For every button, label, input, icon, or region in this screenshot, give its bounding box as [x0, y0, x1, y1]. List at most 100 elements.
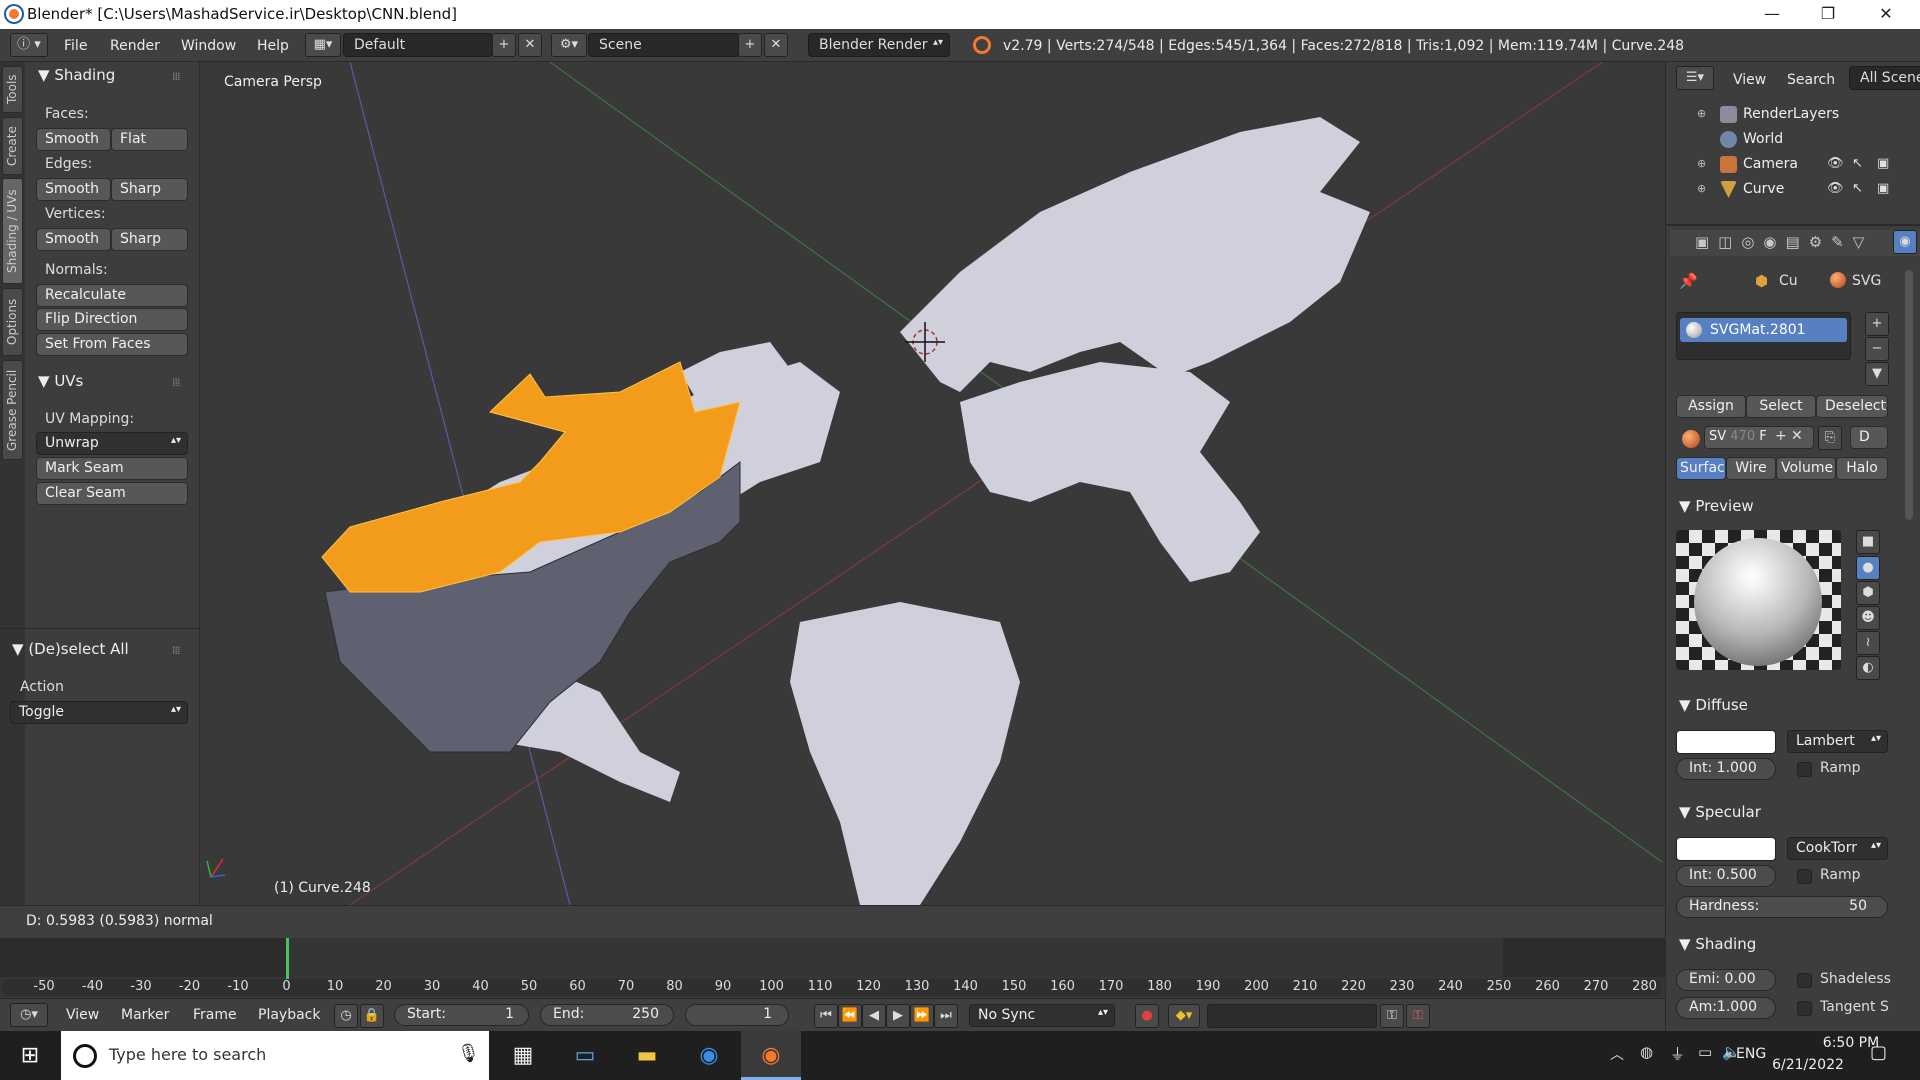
set-from-faces-button[interactable]: Set From Faces: [36, 333, 188, 356]
tab-tools[interactable]: Tools: [2, 66, 23, 113]
operator-panel-header[interactable]: ▼ (De)select All: [12, 640, 129, 658]
uvs-panel-header[interactable]: ▼ UVs: [38, 372, 83, 390]
specular-color-swatch[interactable]: [1676, 837, 1776, 861]
firefox-icon[interactable]: ◉: [679, 1031, 739, 1080]
minimize-button[interactable]: —: [1749, 0, 1795, 29]
remove-slot-icon[interactable]: −: [1865, 337, 1889, 361]
material-copy-icon[interactable]: ⎘: [1818, 426, 1842, 450]
play-icon[interactable]: ▶: [886, 1004, 910, 1028]
taskbar-search-box[interactable]: Type here to search 🎙: [61, 1031, 489, 1080]
faces-smooth-button[interactable]: Smooth: [36, 128, 111, 151]
tray-battery-icon[interactable]: ▭: [1698, 1043, 1712, 1061]
keying-set-icon[interactable]: ◆▾: [1168, 1004, 1200, 1028]
material-tab-icon[interactable]: ◉: [1893, 230, 1917, 254]
next-key-icon[interactable]: ⏩: [910, 1004, 934, 1028]
diffuse-panel-header[interactable]: ▼ Diffuse: [1679, 696, 1748, 714]
visibility-eye-icon[interactable]: 👁: [1827, 156, 1844, 171]
shadeless-checkbox[interactable]: [1797, 973, 1812, 988]
layout-selector[interactable]: Default: [343, 33, 493, 57]
outliner-editor-icon[interactable]: ☰▾: [1676, 66, 1714, 90]
selectable-cursor-icon[interactable]: ↖: [1852, 156, 1863, 171]
tab-create[interactable]: Create: [2, 117, 23, 175]
deselect-button[interactable]: Deselect: [1816, 395, 1888, 418]
layout-add-icon[interactable]: +: [492, 33, 516, 57]
info-editor-type-icon[interactable]: ⓘ ▾: [10, 33, 48, 57]
restore-button[interactable]: ❐: [1805, 0, 1851, 29]
scene-icon[interactable]: ⚙▾: [551, 33, 587, 57]
outliner-display-select[interactable]: All Scenes: [1849, 66, 1920, 90]
microphone-icon[interactable]: 🎙: [457, 1043, 480, 1064]
data-link-select[interactable]: D: [1850, 426, 1888, 449]
clear-seam-button[interactable]: Clear Seam: [36, 482, 188, 505]
windows-start-icon[interactable]: ⊞: [0, 1031, 60, 1080]
layout-remove-icon[interactable]: ✕: [518, 33, 542, 57]
viewport-scene[interactable]: [200, 62, 1662, 905]
tray-chevron-icon[interactable]: ︿: [1610, 1044, 1624, 1064]
unwrap-menu[interactable]: Unwrap ▴▾: [36, 432, 188, 455]
material-add-icon[interactable]: +: [1775, 428, 1787, 444]
hardness-field[interactable]: Hardness: 50: [1676, 896, 1888, 918]
add-slot-icon[interactable]: +: [1865, 312, 1889, 336]
tab-shading-uvs[interactable]: Shading / UVs: [2, 178, 23, 284]
render-engine-selector[interactable]: Blender Render ▴▾: [808, 33, 950, 57]
render-toggle-icon[interactable]: ▣: [1877, 181, 1889, 196]
diffuse-intensity-field[interactable]: Int: 1.000: [1676, 758, 1776, 780]
diffuse-color-swatch[interactable]: [1676, 730, 1776, 754]
scene-add-icon[interactable]: +: [738, 33, 762, 57]
pin-icon[interactable]: 📌: [1679, 272, 1698, 290]
play-reverse-icon[interactable]: ◀: [862, 1004, 886, 1028]
visibility-eye-icon[interactable]: 👁: [1827, 181, 1844, 196]
close-button[interactable]: ✕: [1863, 0, 1909, 29]
specular-shader-select[interactable]: CookTorr ▴▾: [1787, 837, 1888, 860]
properties-scrollbar[interactable]: [1905, 270, 1913, 520]
preview-sky-icon[interactable]: ◐: [1856, 656, 1880, 680]
timeline-menu-marker[interactable]: Marker: [121, 1007, 169, 1023]
jump-start-icon[interactable]: ⏮: [814, 1004, 838, 1028]
preview-monkey-icon[interactable]: ☻: [1856, 606, 1880, 630]
specular-intensity-field[interactable]: Int: 0.500: [1676, 865, 1776, 887]
action-select[interactable]: Toggle ▴▾: [10, 701, 188, 724]
current-frame-marker[interactable]: [286, 938, 289, 980]
prev-key-icon[interactable]: ⏪: [838, 1004, 862, 1028]
menu-file[interactable]: File: [64, 38, 87, 54]
tangent-checkbox[interactable]: [1797, 1001, 1812, 1016]
delete-key-icon[interactable]: ⚿: [1406, 1004, 1430, 1028]
select-button[interactable]: Select: [1746, 395, 1816, 418]
flip-direction-button[interactable]: Flip Direction: [36, 308, 188, 331]
menu-render[interactable]: Render: [110, 38, 160, 54]
edges-sharp-button[interactable]: Sharp: [111, 178, 188, 201]
diffuse-shader-select[interactable]: Lambert ▴▾: [1787, 730, 1888, 753]
properties-context-icons[interactable]: ▣◫◎◉▤⚙✎▽: [1695, 233, 1873, 251]
shading-panel-header[interactable]: ▼ Shading: [38, 66, 115, 84]
preview-hair-icon[interactable]: ≀: [1856, 631, 1880, 655]
jump-end-icon[interactable]: ⏭: [934, 1004, 958, 1028]
layout-grid-icon[interactable]: ▦▾: [305, 33, 341, 57]
3d-viewport[interactable]: Camera Persp (1) Curve.248: [200, 62, 1662, 905]
slot-menu-icon[interactable]: ▼: [1865, 362, 1889, 386]
tab-volume[interactable]: Volume: [1776, 457, 1836, 480]
preview-flat-icon[interactable]: ■: [1856, 530, 1880, 554]
menu-window[interactable]: Window: [181, 38, 236, 54]
preview-panel-header[interactable]: ▼ Preview: [1679, 497, 1754, 515]
selectable-cursor-icon[interactable]: ↖: [1852, 181, 1863, 196]
menu-help[interactable]: Help: [257, 38, 289, 54]
tab-halo[interactable]: Halo: [1836, 457, 1888, 480]
scene-selector[interactable]: Scene: [588, 33, 740, 57]
preview-cube-icon[interactable]: ⬢: [1856, 581, 1880, 605]
specular-panel-header[interactable]: ▼ Specular: [1679, 803, 1761, 821]
material-unlink-icon[interactable]: ✕: [1791, 428, 1803, 444]
outliner-expand-icon[interactable]: ⊕: [1697, 182, 1706, 195]
preview-sphere-icon[interactable]: ●: [1856, 556, 1880, 580]
timeline-menu-frame[interactable]: Frame: [193, 1007, 237, 1023]
tray-date[interactable]: 6/21/2022: [1770, 1057, 1846, 1073]
assign-button[interactable]: Assign: [1676, 395, 1746, 418]
tab-grease-pencil[interactable]: Grease Pencil: [2, 360, 23, 460]
current-frame-field[interactable]: 1: [685, 1004, 789, 1026]
blender-taskbar-icon[interactable]: ◉: [741, 1031, 801, 1080]
outliner-item-curve[interactable]: Curve: [1743, 181, 1784, 197]
tray-language[interactable]: ENG: [1736, 1046, 1766, 1062]
tab-surface[interactable]: Surface: [1676, 457, 1726, 480]
timeline-editor-icon[interactable]: ◷▾: [10, 1003, 48, 1027]
file-explorer-icon[interactable]: ▬: [617, 1031, 677, 1080]
emit-field[interactable]: Emi: 0.00: [1676, 969, 1776, 991]
